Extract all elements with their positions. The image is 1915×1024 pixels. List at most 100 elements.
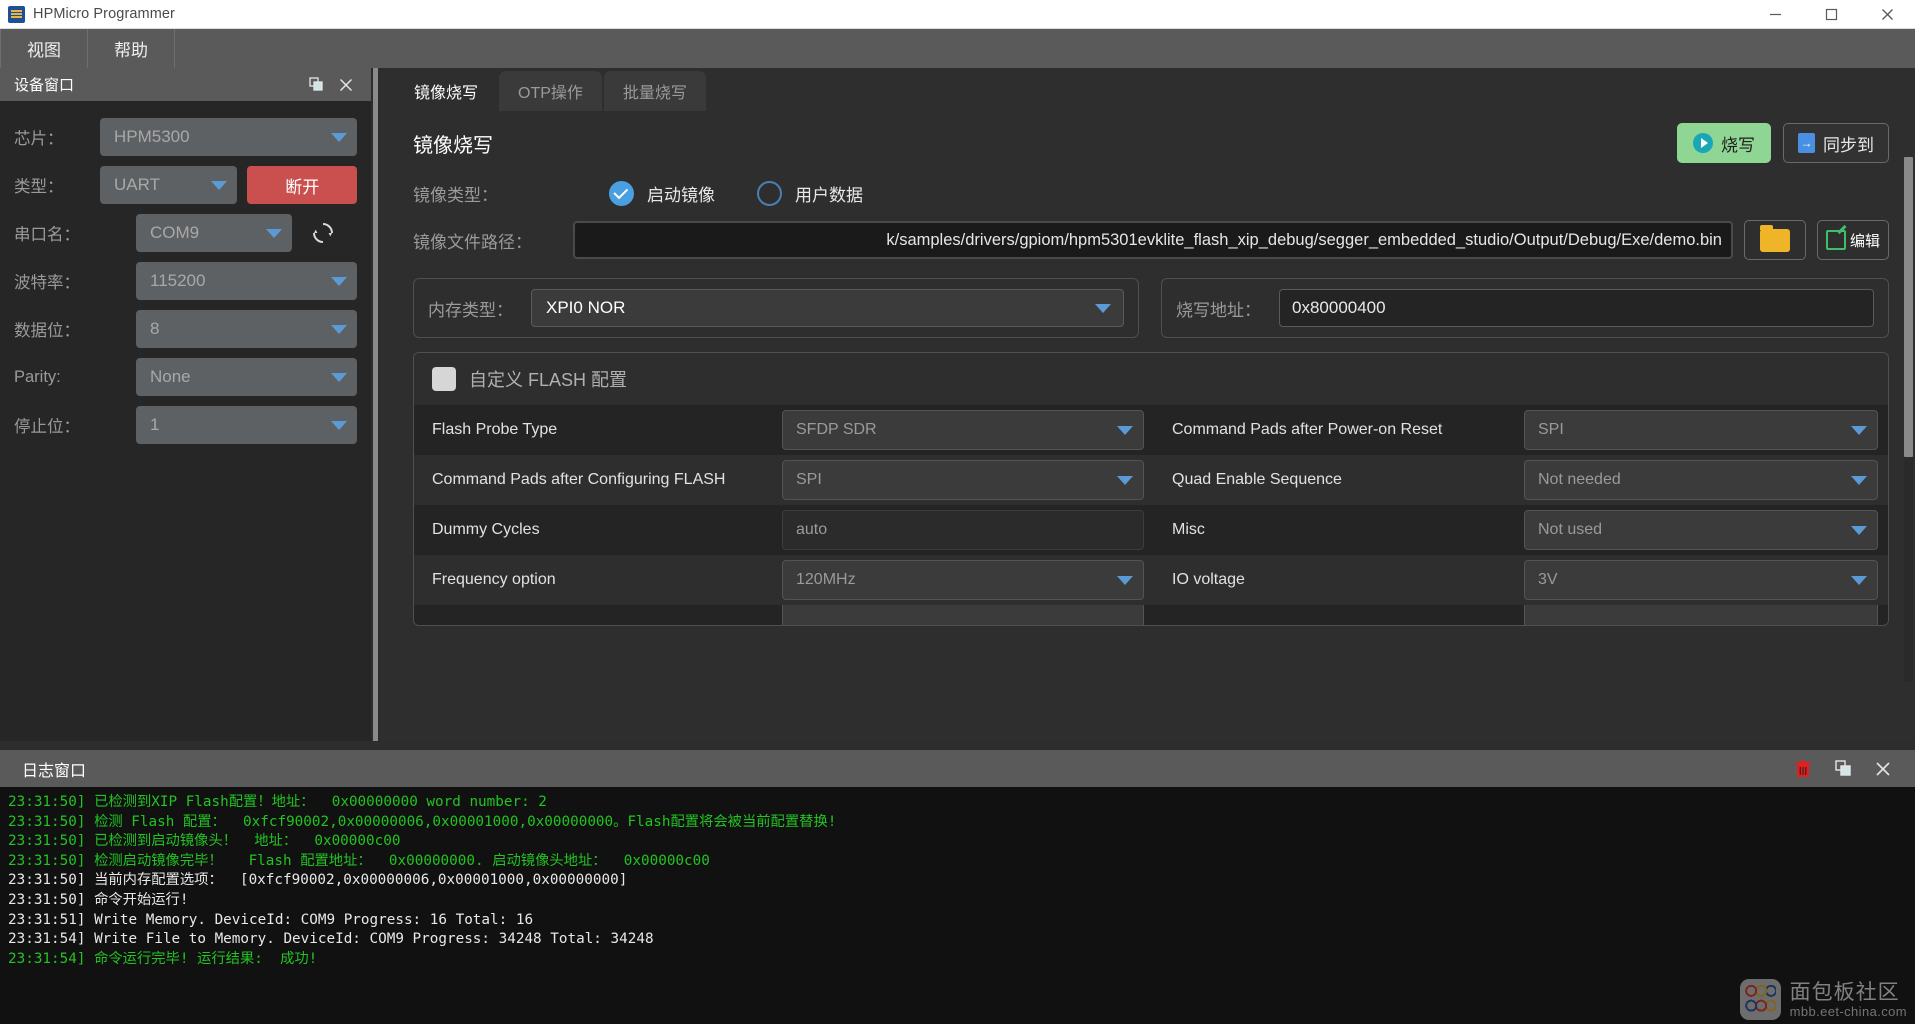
vertical-splitter[interactable] [371,68,381,741]
float-window-icon[interactable] [301,72,331,98]
io-voltage-value: 3V [1538,571,1558,588]
parity-select[interactable]: None [136,358,357,396]
partial-select-left[interactable] [782,605,1144,625]
device-panel-title: 设备窗口 [14,77,75,94]
cmd-pads-config-value: SPI [796,471,822,488]
close-icon[interactable] [1859,0,1915,29]
cmd-pads-por-label: Command Pads after Power-on Reset [1172,421,1443,438]
file-path-row: 镜像文件路径： k/samples/drivers/gpiom/hpm5301e… [413,220,1889,260]
float-window-icon[interactable] [1823,754,1863,784]
chevron-down-icon [331,276,347,286]
tab-batch-program[interactable]: 批量烧写 [603,71,706,111]
log-line: 23:31:54] Write File to Memory. DeviceId… [8,931,654,948]
content-scrollbar[interactable] [1904,157,1913,682]
log-panel: 日志窗口 23:31:50] 已检测到XIP Flash配置！地址： 0x000… [0,750,1915,1024]
radio-user-data-label: 用户数据 [795,186,863,205]
quad-enable-value: Not needed [1538,471,1621,488]
stopbits-value: 1 [150,415,160,434]
sync-button[interactable]: 同步到 [1783,123,1889,163]
type-select[interactable]: UART [100,166,238,204]
application-window: HPMicro Programmer 视图 帮助 设备窗口 芯片： HPM530… [0,0,1915,1024]
memory-row: 内存类型： XPI0 NOR 烧写地址： 0x80000400 [413,278,1889,338]
chevron-down-icon [266,228,282,238]
page-title: 镜像烧写 [413,134,493,157]
stopbits-label: 停止位： [14,418,80,436]
chevron-down-icon [331,420,347,430]
file-path-label: 镜像文件路径： [413,232,532,252]
program-button-label: 烧写 [1721,135,1755,155]
tab-bar: 镜像烧写 OTP操作 批量烧写 [381,68,1915,111]
content-scrollbar-thumb[interactable] [1904,157,1913,457]
flash-address-input[interactable]: 0x80000400 [1279,289,1874,327]
program-button[interactable]: 烧写 [1677,123,1771,163]
flash-config-table: Flash Probe Type SFDP SDR Command Pads a… [414,405,1888,625]
flash-address-group: 烧写地址： 0x80000400 [1161,278,1889,338]
file-path-value: k/samples/drivers/gpiom/hpm5301evklite_f… [886,230,1722,249]
partial-select-right[interactable] [1524,605,1878,625]
edit-button[interactable]: 编辑 [1816,220,1889,260]
port-select[interactable]: COM9 [136,214,292,252]
refresh-icon[interactable] [306,216,340,250]
dummy-cycles-cell: auto [782,505,1154,555]
maximize-icon[interactable] [1803,0,1859,29]
io-voltage-select[interactable]: 3V [1524,560,1878,600]
radio-boot-image[interactable]: 启动镜像 [609,181,715,206]
device-panel: 设备窗口 芯片： HPM5300 类型： UART 断开 串口名： COM9 波… [0,68,371,741]
dummy-cycles-value: auto [796,521,828,538]
misc-select[interactable]: Not used [1524,510,1878,550]
browse-file-button[interactable] [1743,220,1806,260]
header-actions: 烧写 同步到 [1677,123,1889,163]
memory-type-select[interactable]: XPI0 NOR [531,289,1124,327]
port-label: 串口名： [14,226,80,244]
radio-checked-icon [609,181,634,206]
stopbits-select[interactable]: 1 [136,406,357,444]
cmd-pads-config-select[interactable]: SPI [782,460,1144,500]
dummy-cycles-input[interactable]: auto [782,510,1144,550]
chevron-down-icon [1851,575,1867,585]
flash-address-label: 烧写地址： [1176,300,1261,320]
baud-value: 115200 [150,271,206,290]
file-path-input[interactable]: k/samples/drivers/gpiom/hpm5301evklite_f… [573,221,1733,259]
type-label: 类型： [14,178,64,196]
app-logo-icon [8,5,25,23]
databits-label: 数据位： [14,322,80,340]
memory-type-group: 内存类型： XPI0 NOR [413,278,1139,338]
trash-icon[interactable] [1783,754,1823,784]
radio-user-data[interactable]: 用户数据 [757,181,863,206]
log-line: 23:31:50] 已检测到XIP Flash配置！地址： 0x00000000… [8,794,547,810]
edit-button-label: 编辑 [1849,232,1880,250]
close-icon[interactable] [1863,754,1903,784]
custom-flash-header[interactable]: 自定义 FLASH 配置 [414,353,1888,405]
chevron-down-icon [1117,575,1133,585]
quad-enable-select[interactable]: Not needed [1524,460,1878,500]
type-value: UART [114,175,160,194]
baud-select[interactable]: 115200 [136,262,357,300]
main-content-area: 镜像烧写 OTP操作 批量烧写 镜像烧写 烧写 同步到 [381,68,1915,741]
menu-bar: 视图 帮助 [0,29,1915,68]
cmd-pads-por-select[interactable]: SPI [1524,410,1878,450]
horizontal-splitter[interactable] [0,741,1915,750]
flash-probe-type-select[interactable]: SFDP SDR [782,410,1144,450]
custom-flash-checkbox[interactable] [432,367,456,391]
folder-icon [1759,224,1790,252]
port-value: COM9 [150,223,200,242]
form-scroll-region: 镜像类型： 启动镜像 用户数据 镜像文件路径： k/samples/driver… [381,173,1915,733]
chevron-down-icon [331,372,347,382]
disconnect-button[interactable]: 断开 [247,166,357,204]
log-output[interactable]: 23:31:50] 已检测到XIP Flash配置！地址： 0x00000000… [0,787,1915,1024]
chip-select[interactable]: HPM5300 [100,118,357,156]
menu-view[interactable]: 视图 [0,29,88,68]
minimize-icon[interactable] [1747,0,1803,29]
log-line: 23:31:50] 检测启动镜像完毕！ Flash 配置地址： 0x000000… [8,852,710,869]
tab-otp-operation[interactable]: OTP操作 [499,71,602,111]
misc-cell: Not used [1524,505,1888,555]
frequency-option-select[interactable]: 120MHz [782,560,1144,600]
parity-value: None [150,367,191,386]
tab-image-program[interactable]: 镜像烧写 [395,71,498,111]
databits-select[interactable]: 8 [136,310,357,348]
log-line: 23:31:54] 命令运行完毕! 运行结果: 成功! [8,950,318,967]
log-line: 23:31:50] 已检测到启动镜像头！ 地址： 0x00000c00 [8,833,401,850]
menu-help[interactable]: 帮助 [88,29,175,68]
image-program-pane: 镜像烧写 烧写 同步到 镜像类型： [381,111,1915,741]
close-icon[interactable] [331,72,361,98]
